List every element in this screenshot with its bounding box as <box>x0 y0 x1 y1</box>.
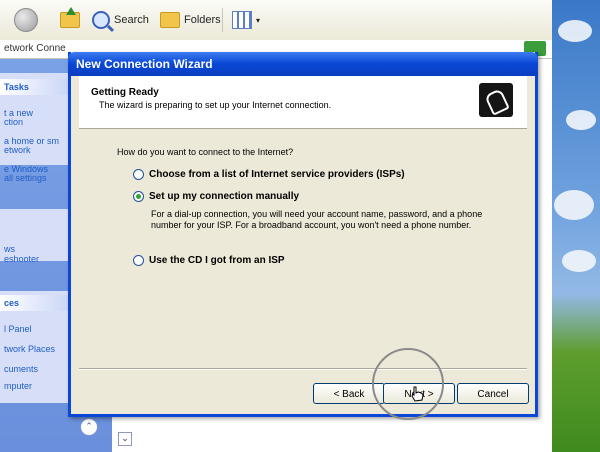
other-places-header[interactable]: ces <box>0 295 74 311</box>
option-description: For a dial-up connection, you will need … <box>151 209 483 230</box>
option-label: Use the CD I got from an ISP <box>149 255 285 266</box>
hand-cursor-icon <box>411 386 424 402</box>
back-arrow-icon <box>14 8 38 32</box>
connection-wizard-icon <box>479 83 513 117</box>
divider <box>79 368 527 370</box>
dialog-title-bar[interactable]: New Connection Wizard <box>68 52 538 76</box>
place-link[interactable]: twork Places <box>4 345 55 354</box>
chevron-down-icon: ▾ <box>256 15 261 25</box>
new-connection-wizard-dialog: New Connection Wizard Getting Ready The … <box>68 52 538 417</box>
cloud <box>554 190 594 220</box>
task-link[interactable]: all settings <box>4 174 47 183</box>
header-subtitle: The wizard is preparing to set up your I… <box>99 100 332 110</box>
wizard-body: How do you want to connect to the Intern… <box>79 129 527 367</box>
see-also-link[interactable]: ws <box>4 245 15 254</box>
cloud <box>562 250 596 272</box>
search-label: Search <box>114 14 149 26</box>
address-text: etwork Conne <box>4 43 66 54</box>
folders-button[interactable]: Folders <box>160 6 221 34</box>
header-title: Getting Ready <box>91 87 159 98</box>
option-isp-list[interactable]: Choose from a list of Internet service p… <box>133 169 405 180</box>
option-label: Set up my connection manually <box>149 191 300 202</box>
radio-button[interactable] <box>133 169 144 180</box>
tasks-header[interactable]: Tasks <box>0 79 74 95</box>
desktop-background <box>552 0 600 452</box>
search-icon <box>92 11 110 29</box>
task-link[interactable]: etwork <box>4 146 31 155</box>
cloud <box>566 110 596 130</box>
views-button[interactable]: ▾ <box>232 6 260 34</box>
cloud <box>558 20 592 42</box>
connection-question: How do you want to connect to the Intern… <box>117 147 294 157</box>
chevron-down-icon[interactable]: ⌄ <box>118 432 132 446</box>
wizard-header: Getting Ready The wizard is preparing to… <box>79 76 527 129</box>
explorer-toolbar: Search Folders ▾ <box>0 0 552 41</box>
task-link[interactable]: ction <box>4 118 23 127</box>
folders-label: Folders <box>184 14 221 26</box>
radio-button-selected[interactable] <box>133 191 144 202</box>
cancel-button[interactable]: Cancel <box>457 383 529 404</box>
radio-button[interactable] <box>133 255 144 266</box>
place-link[interactable]: l Panel <box>4 325 32 334</box>
details-expand-button[interactable]: ⌃ <box>80 418 98 436</box>
option-label: Choose from a list of Internet service p… <box>149 169 405 180</box>
back-navigation-button[interactable] <box>14 6 38 34</box>
place-link[interactable]: mputer <box>4 382 32 391</box>
option-manual-setup[interactable]: Set up my connection manually <box>133 191 299 202</box>
up-folder-icon <box>60 7 80 28</box>
up-folder-button[interactable] <box>60 6 80 34</box>
click-highlight-ring <box>372 348 444 420</box>
folder-icon <box>160 12 180 28</box>
search-button[interactable]: Search <box>92 6 149 34</box>
toolbar-separator <box>222 8 223 32</box>
see-also-link[interactable]: eshooter <box>4 255 39 264</box>
option-isp-cd[interactable]: Use the CD I got from an ISP <box>133 255 285 266</box>
views-icon <box>232 11 252 29</box>
place-link[interactable]: cuments <box>4 365 38 374</box>
